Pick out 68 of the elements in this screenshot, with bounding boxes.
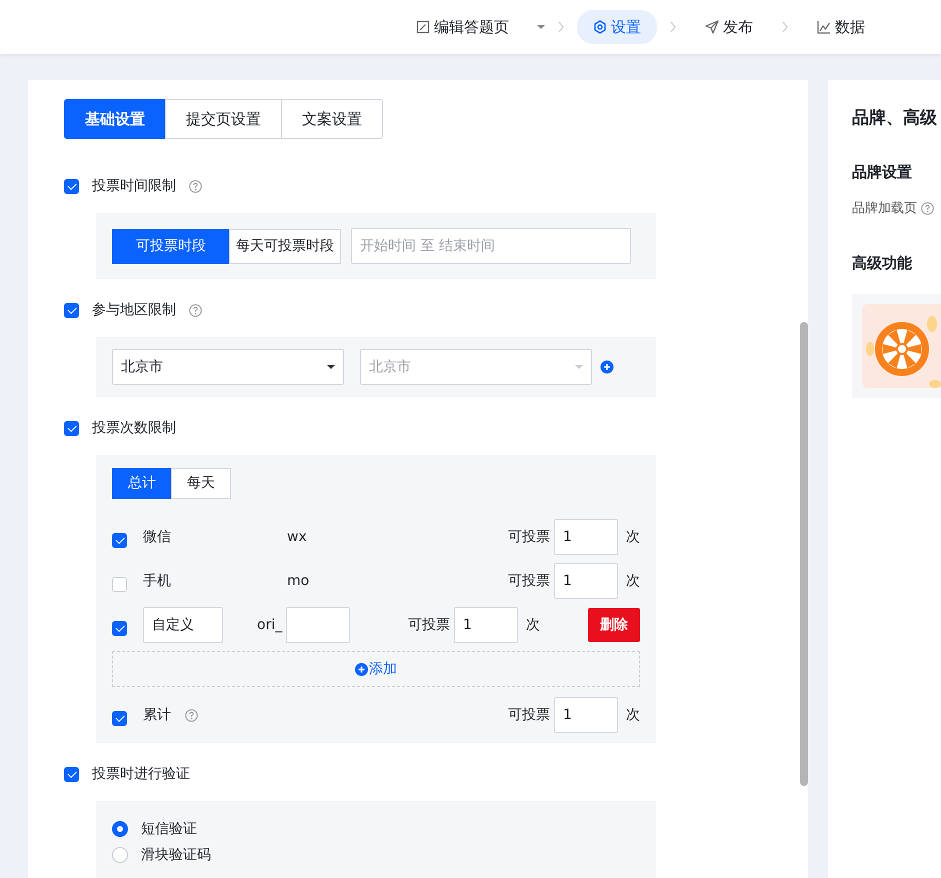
province-select[interactable]: 北京市: [112, 349, 344, 385]
option-code: mo: [287, 572, 310, 590]
section-label: 投票时间限制: [92, 177, 176, 196]
segment-tab[interactable]: 每天可投票时段: [229, 228, 341, 264]
radio-button[interactable]: [112, 821, 128, 837]
option-code: wx: [287, 528, 307, 546]
vote-label: 可投票: [408, 616, 450, 634]
caret-icon: [327, 365, 335, 369]
checkbox[interactable]: [64, 767, 79, 782]
radio-button[interactable]: [112, 847, 128, 863]
vote-count-field[interactable]: 1: [454, 607, 518, 643]
add-icon: [355, 662, 368, 676]
date-range-field[interactable]: 开始时间 至 结束时间: [351, 228, 631, 264]
checkbox[interactable]: [112, 710, 127, 726]
add-icon: [600, 360, 614, 374]
chevron-icon: [781, 21, 789, 33]
paper-plane-icon: [705, 20, 719, 34]
vote-label: 可投票: [508, 706, 550, 724]
checkbox[interactable]: [112, 620, 127, 636]
caret-icon: [575, 365, 583, 369]
code-prefix: ori_: [257, 616, 282, 634]
section-label: 投票次数限制: [92, 419, 176, 438]
segment-tab[interactable]: 可投票时段: [112, 228, 230, 264]
checkbox[interactable]: [64, 421, 79, 436]
section-heading: 品牌设置: [852, 162, 913, 182]
vote-count-field[interactable]: 1: [554, 697, 618, 733]
delete-button[interactable]: 删除: [588, 608, 640, 642]
tab[interactable]: 基础设置: [64, 99, 166, 139]
line-chart-icon: [817, 20, 831, 34]
checkbox[interactable]: [64, 303, 79, 318]
tab[interactable]: 文案设置: [281, 99, 383, 139]
add-button[interactable]: 添加: [112, 651, 640, 687]
step-tab[interactable]: 发布: [689, 10, 769, 44]
unit-label: 次: [626, 706, 640, 724]
help-icon: [185, 708, 198, 722]
section-label: 投票时进行验证: [92, 765, 190, 784]
unit-label: 次: [526, 616, 540, 634]
segment-tab[interactable]: 每天: [171, 468, 231, 499]
scrollbar[interactable]: [800, 322, 808, 786]
settings-icon: [593, 20, 607, 34]
chevron-icon: [669, 21, 677, 33]
help-icon: [921, 202, 934, 216]
section-heading: 高级功能: [852, 252, 913, 274]
setting-label: 品牌加载页: [852, 200, 917, 218]
unit-label: 次: [626, 572, 640, 590]
edit-icon: [416, 20, 430, 34]
option-name: 累计: [143, 706, 171, 724]
option-name: 微信: [143, 528, 172, 546]
step-tab[interactable]: 编辑答题页: [400, 10, 525, 44]
chevron-icon: [557, 21, 565, 33]
vote-label: 可投票: [508, 528, 550, 546]
step-tab[interactable]: 数据: [801, 10, 881, 44]
vote-count-field[interactable]: 1: [554, 563, 618, 599]
segment-tab[interactable]: 总计: [112, 468, 172, 499]
radio-label: 滑块验证码: [141, 846, 211, 864]
checkbox[interactable]: [112, 532, 127, 548]
radio-label: 短信验证: [141, 820, 197, 838]
unit-label: 次: [626, 528, 640, 546]
option-code-field[interactable]: [286, 607, 350, 643]
section-label: 参与地区限制: [92, 301, 176, 320]
panel-title: 品牌、高级: [852, 107, 938, 130]
tab[interactable]: 提交页设置: [165, 99, 282, 139]
step-tab[interactable]: 设置: [577, 10, 657, 44]
option-name-field[interactable]: 自定义: [143, 607, 223, 643]
checkbox[interactable]: [64, 179, 79, 194]
vote-count-field[interactable]: 1: [554, 519, 618, 555]
option-name: 手机: [143, 572, 172, 590]
vote-label: 可投票: [508, 572, 550, 590]
